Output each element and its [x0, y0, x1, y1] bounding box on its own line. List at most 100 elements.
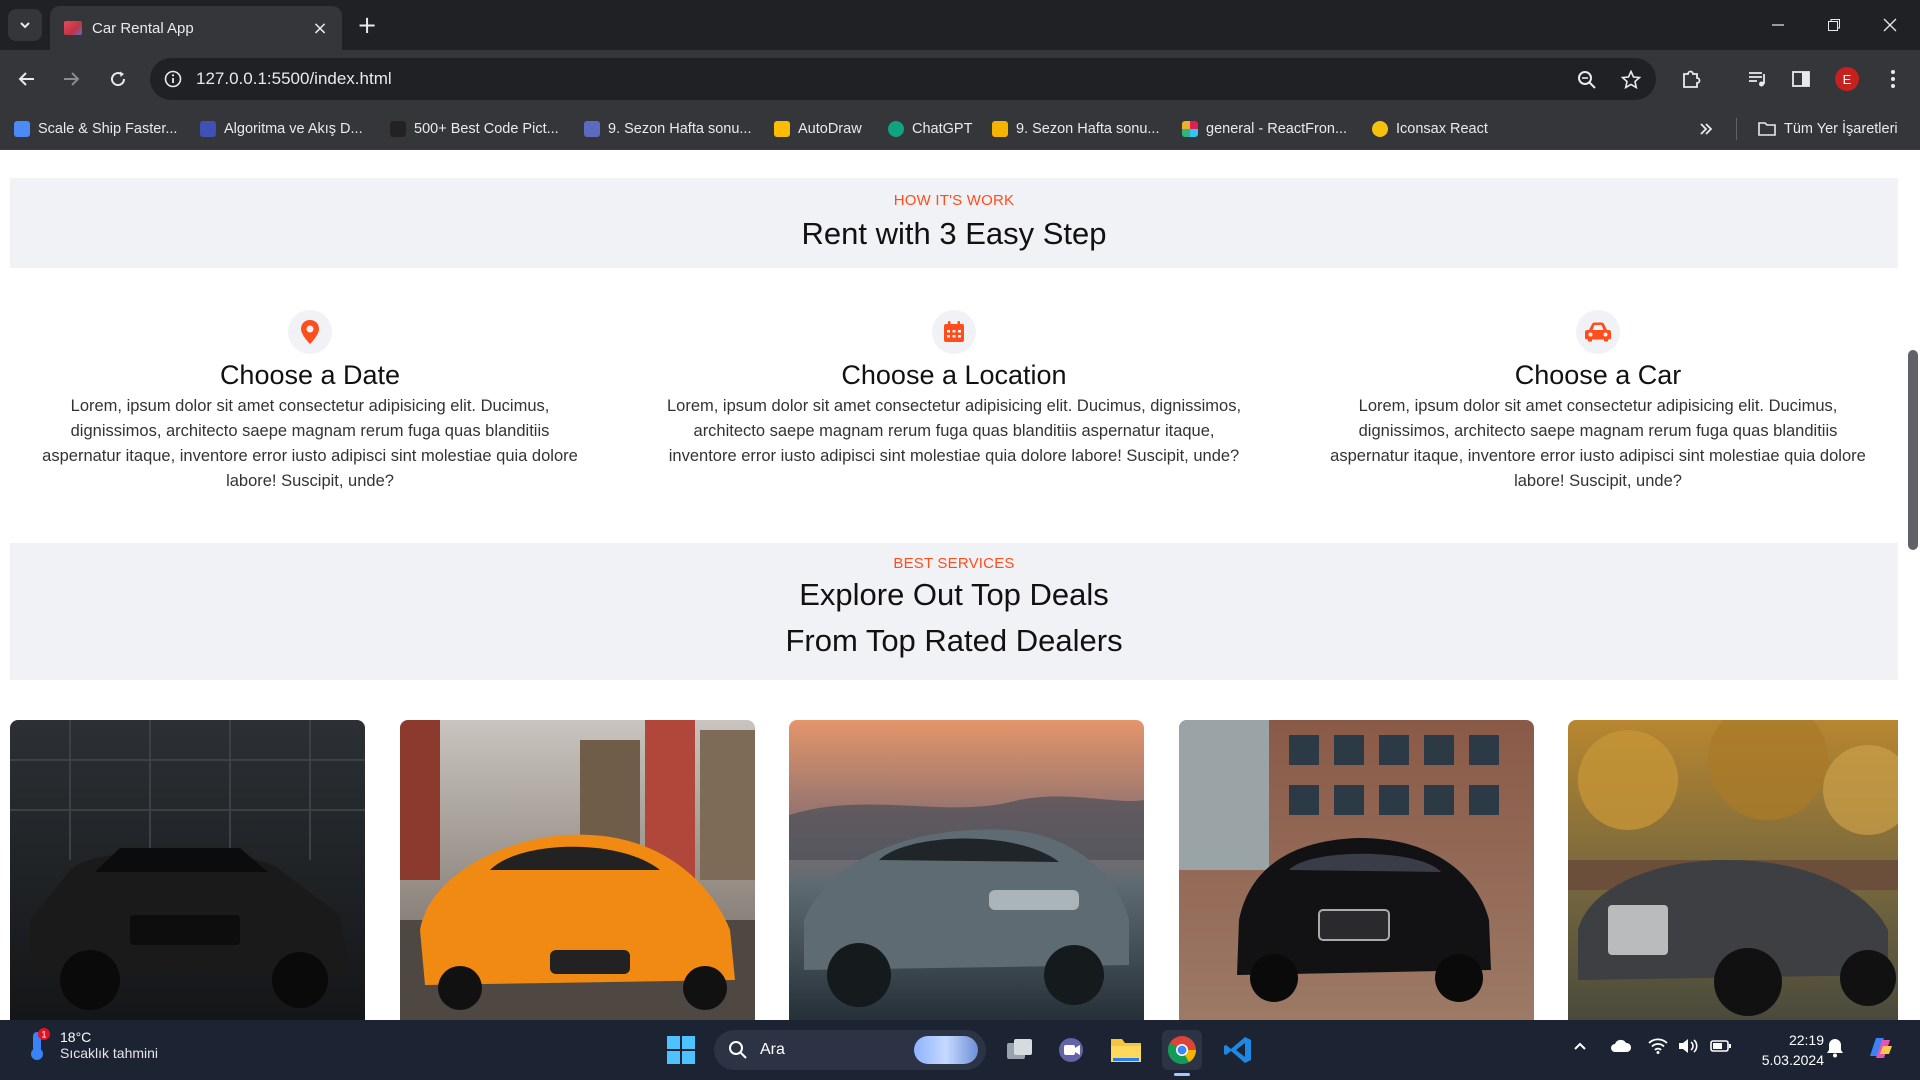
reload-button[interactable] [103, 64, 133, 94]
side-panel-icon [1792, 71, 1810, 87]
step-description: Lorem, ipsum dolor sit amet consectetur … [42, 397, 578, 490]
extensions-button[interactable] [1678, 66, 1704, 92]
double-chevron-right-icon [1700, 123, 1713, 135]
car-photo [10, 720, 365, 1020]
zoom-button[interactable] [1576, 69, 1598, 91]
bell-icon [1827, 1039, 1843, 1058]
bookmark-star-button[interactable] [1620, 69, 1642, 91]
cloud-icon [1611, 1039, 1632, 1052]
url-text: 127.0.0.1:5500/index.html [196, 69, 392, 88]
weather-text: 18°C Sıcaklık tahmini [60, 1029, 158, 1061]
notifications-button[interactable] [1826, 1038, 1844, 1062]
calendar-icon [944, 321, 964, 342]
bookmark-item[interactable]: 9. Sezon Hafta sonu... [584, 118, 751, 140]
search-label: Ara [760, 1041, 785, 1058]
how-it-works-eyebrow: HOW IT'S WORK [893, 192, 1015, 209]
bookmark-item[interactable]: 500+ Best Code Pict... [390, 118, 559, 140]
search-icon [729, 1041, 747, 1059]
address-bar[interactable]: 127.0.0.1:5500/index.html [150, 58, 1656, 100]
bookmark-item[interactable]: AutoDraw [774, 118, 862, 140]
vscode-taskbar-button[interactable] [1218, 1030, 1258, 1070]
media-control-button[interactable] [1745, 66, 1771, 92]
new-tab-button[interactable]: + [352, 10, 382, 40]
page-viewport: HOW IT'S WORK Rent with 3 Easy Step Choo… [0, 150, 1920, 1020]
file-explorer-button[interactable] [1106, 1030, 1146, 1070]
start-button[interactable] [661, 1030, 701, 1070]
how-it-works-header: HOW IT'S WORK Rent with 3 Easy Step [10, 178, 1898, 268]
bookmark-item[interactable]: Iconsax React [1372, 118, 1488, 140]
battery-icon[interactable] [1710, 1038, 1732, 1058]
forward-arrow-icon [64, 72, 80, 86]
car-icon [1585, 322, 1611, 342]
car-card-black-hatchback[interactable] [10, 720, 365, 1020]
wifi-icon[interactable] [1648, 1038, 1668, 1058]
sezon-favicon-2-icon [992, 121, 1008, 137]
step-icon-wrap [288, 310, 332, 354]
more-bookmarks-button[interactable] [1698, 118, 1714, 140]
bookmark-item[interactable]: 9. Sezon Hafta sonu... [992, 118, 1159, 140]
car-card-grey-coupe[interactable] [789, 720, 1144, 1020]
restore-button[interactable] [1806, 0, 1862, 50]
chatgpt-favicon-icon [888, 121, 904, 137]
car-photo [1179, 720, 1534, 1020]
best-services-title-line2: From Top Rated Dealers [785, 623, 1123, 658]
windows-taskbar: 1 18°C Sıcaklık tahmini Ara 22:19 5.03.2… [0, 1020, 1920, 1080]
chevron-down-icon [20, 22, 30, 29]
browser-titlebar: Car Rental App × + [0, 0, 1920, 50]
bookmark-item[interactable]: ChatGPT [888, 118, 972, 140]
car-card-grey-convertible[interactable] [1568, 720, 1920, 1020]
weather-widget[interactable]: 1 18°C Sıcaklık tahmini [24, 1028, 158, 1062]
tab-search-button[interactable] [8, 9, 42, 41]
bookmark-label: Iconsax React [1396, 121, 1488, 137]
bookmark-label: 9. Sezon Hafta sonu... [1016, 121, 1160, 137]
star-icon [1621, 70, 1641, 90]
car-card-black-sedan[interactable] [1179, 720, 1534, 1020]
chevron-up-icon [1574, 1042, 1586, 1050]
bookmarks-bar: Scale & Ship Faster... Algoritma ve Akış… [0, 108, 1920, 150]
sezon-favicon-icon [584, 121, 600, 137]
taskbar-clock[interactable]: 22:19 5.03.2024 [1748, 1030, 1824, 1070]
tab-title: Car Rental App [92, 19, 194, 37]
clock-time: 22:19 [1788, 1032, 1824, 1048]
taskbar-search[interactable]: Ara [714, 1030, 986, 1070]
reload-icon [111, 71, 126, 87]
copilot-button[interactable] [1864, 1032, 1896, 1068]
bookmark-item[interactable]: general - ReactFron... [1182, 118, 1347, 140]
restore-icon [1828, 19, 1840, 31]
bookmark-label: 500+ Best Code Pict... [414, 121, 559, 137]
close-window-button[interactable] [1862, 0, 1918, 50]
teams-chat-button[interactable] [1052, 1030, 1092, 1070]
wifi-signal-icon [1648, 1038, 1668, 1054]
all-bookmarks-label: Tüm Yer İşaretleri [1784, 121, 1898, 137]
car-photo [400, 720, 755, 1020]
forward-button[interactable] [56, 64, 86, 94]
minimize-button[interactable] [1750, 0, 1806, 50]
back-button[interactable] [12, 64, 42, 94]
task-view-button[interactable] [1000, 1030, 1040, 1070]
folder-icon [1111, 1039, 1141, 1062]
slack-favicon-icon [1182, 121, 1198, 137]
search-highlight-icon [914, 1036, 978, 1064]
site-info-icon[interactable] [164, 70, 182, 88]
bookmarks-divider [1736, 118, 1737, 140]
browser-tab[interactable]: Car Rental App × [50, 6, 342, 50]
all-bookmarks-button[interactable]: Tüm Yer İşaretleri [1758, 118, 1898, 140]
side-panel-button[interactable] [1788, 66, 1814, 92]
step-card: Choose a Car Lorem, ipsum dolor sit amet… [1298, 310, 1898, 494]
windows-logo-icon [667, 1036, 695, 1064]
location-pin-icon [301, 320, 319, 344]
car-card-orange-sports-car[interactable] [400, 720, 755, 1020]
show-hidden-icons-button[interactable] [1572, 1038, 1588, 1058]
profile-button[interactable]: E [1834, 66, 1860, 92]
page-scrollbar[interactable] [1908, 350, 1918, 550]
onedrive-icon[interactable] [1610, 1038, 1632, 1058]
bookmark-item[interactable]: Algoritma ve Akış D... [200, 118, 363, 140]
chrome-taskbar-button[interactable] [1162, 1030, 1202, 1076]
bookmark-item[interactable]: Scale & Ship Faster... [14, 118, 177, 140]
browser-menu-button[interactable] [1880, 66, 1906, 92]
close-icon[interactable]: × [310, 18, 330, 39]
volume-icon[interactable] [1678, 1038, 1698, 1058]
step-icon-wrap [1576, 310, 1620, 354]
algoritma-favicon-icon [200, 121, 216, 137]
media-queue-icon [1749, 72, 1765, 87]
